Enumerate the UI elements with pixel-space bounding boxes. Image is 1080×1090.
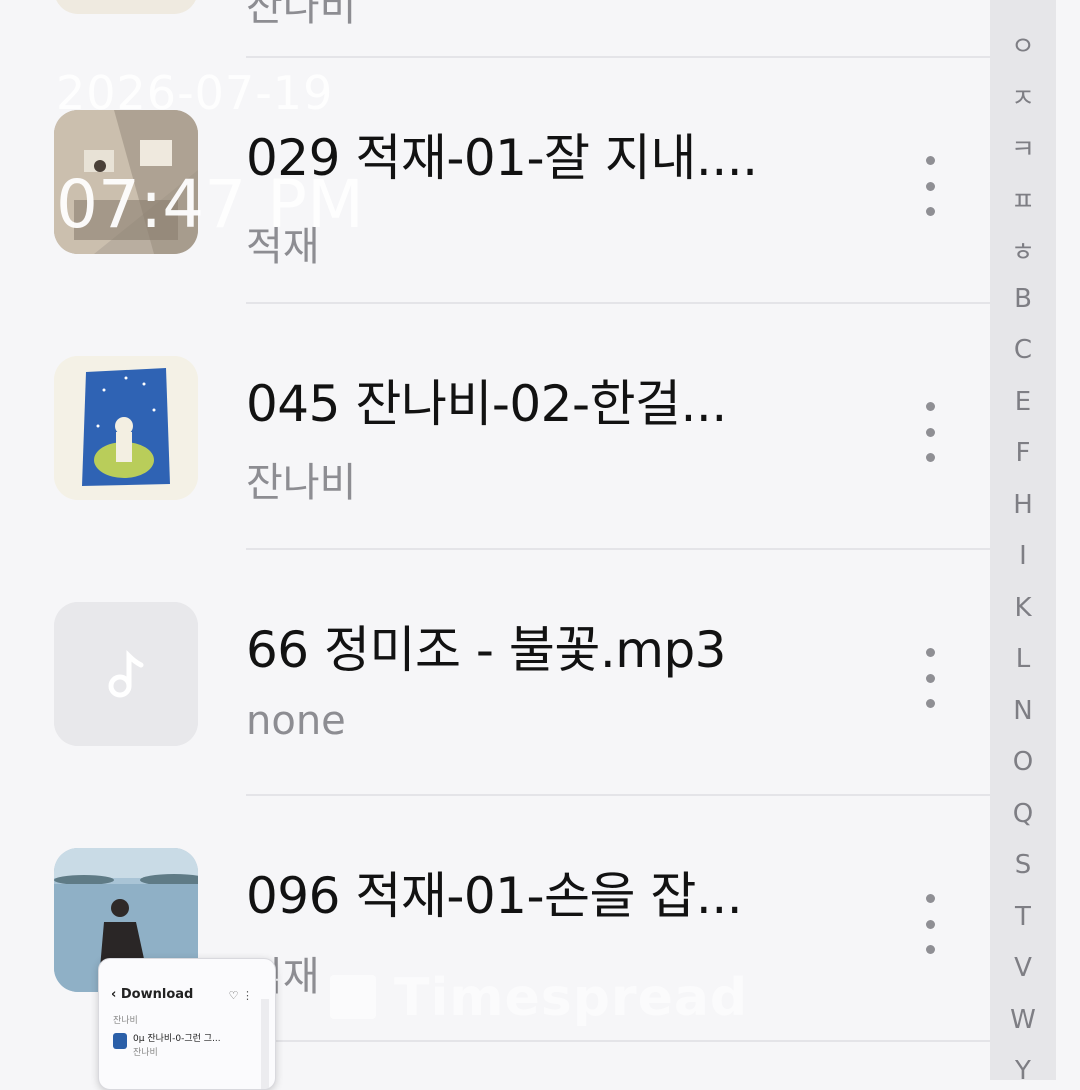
- index-letter[interactable]: W: [990, 1005, 1056, 1035]
- index-letter[interactable]: Q: [990, 799, 1056, 829]
- music-note-icon: [54, 602, 198, 746]
- song-artist: none: [246, 698, 346, 744]
- index-letter[interactable]: N: [990, 696, 1056, 726]
- song-list: 잔나비 029 적재-01-잘 지내.... 적재 045 잔나비-02-한걸.…: [0, 0, 990, 1080]
- index-letter[interactable]: ㅎ: [990, 232, 1056, 269]
- index-letter[interactable]: ㅋ: [990, 129, 1056, 166]
- index-letter[interactable]: F: [990, 438, 1056, 468]
- divider: [246, 1040, 990, 1042]
- song-title: 66 정미조 - 불꽃.mp3: [246, 621, 727, 679]
- index-letter[interactable]: O: [990, 747, 1056, 777]
- index-letter[interactable]: H: [990, 490, 1056, 520]
- index-letter[interactable]: K: [990, 593, 1056, 623]
- watermark-text: Timespread: [394, 968, 749, 1028]
- index-letter[interactable]: I: [990, 541, 1056, 571]
- album-thumbnail: [54, 356, 198, 500]
- album-art-illustration-night-sky: [54, 356, 198, 500]
- overlay-date: 2026-07-19: [56, 66, 334, 120]
- more-options-icon[interactable]: [912, 156, 948, 216]
- index-letter[interactable]: ㅍ: [990, 181, 1056, 218]
- more-options-icon[interactable]: [912, 894, 948, 954]
- watermark: Timespread: [330, 968, 748, 1028]
- song-artist: 잔나비: [246, 0, 357, 30]
- preview-header-icons: ♡ ⋮: [228, 989, 253, 1002]
- song-artist: 잔나비: [246, 460, 357, 506]
- index-letter[interactable]: B: [990, 284, 1056, 314]
- preview-index-bar: [261, 999, 269, 1089]
- preview-row-artist: 잔나비: [133, 1048, 158, 1058]
- preview-row: 0µ 잔나비-0-그런 그...: [133, 1034, 221, 1044]
- index-letter[interactable]: C: [990, 335, 1056, 365]
- index-letter[interactable]: T: [990, 902, 1056, 932]
- preview-row: 잔나비: [113, 1016, 138, 1026]
- index-letter[interactable]: ㅈ: [990, 78, 1056, 115]
- index-letter[interactable]: ㅇ: [990, 26, 1056, 63]
- list-item[interactable]: 045 잔나비-02-한걸... 잔나비: [0, 304, 990, 550]
- more-options-icon[interactable]: [912, 648, 948, 708]
- index-scroller[interactable]: ㅇㅈㅋㅍㅎBCEFHIKLNOQSTVWY: [990, 0, 1056, 1086]
- index-letter[interactable]: V: [990, 953, 1056, 983]
- preview-thumbnail: [113, 1033, 127, 1049]
- screen-preview-thumbnail[interactable]: ‹ Download ♡ ⋮ 잔나비 0µ 잔나비-0-그런 그... 잔나비: [98, 958, 276, 1090]
- list-item[interactable]: 66 정미조 - 불꽃.mp3 none: [0, 550, 990, 796]
- index-letter[interactable]: L: [990, 644, 1056, 674]
- more-options-icon[interactable]: [912, 402, 948, 462]
- album-thumbnail[interactable]: [54, 0, 198, 14]
- song-title: 096 적재-01-손을 잡...: [246, 867, 743, 925]
- song-title: 045 잔나비-02-한걸...: [246, 375, 727, 433]
- overlay-time: 07:47 PM: [56, 166, 364, 243]
- index-letter[interactable]: Y: [990, 1056, 1056, 1086]
- index-letter[interactable]: S: [990, 850, 1056, 880]
- album-thumbnail: [54, 602, 198, 746]
- preview-title: ‹ Download: [111, 987, 194, 1002]
- watermark-logo-icon: [330, 975, 376, 1019]
- index-letter[interactable]: E: [990, 387, 1056, 417]
